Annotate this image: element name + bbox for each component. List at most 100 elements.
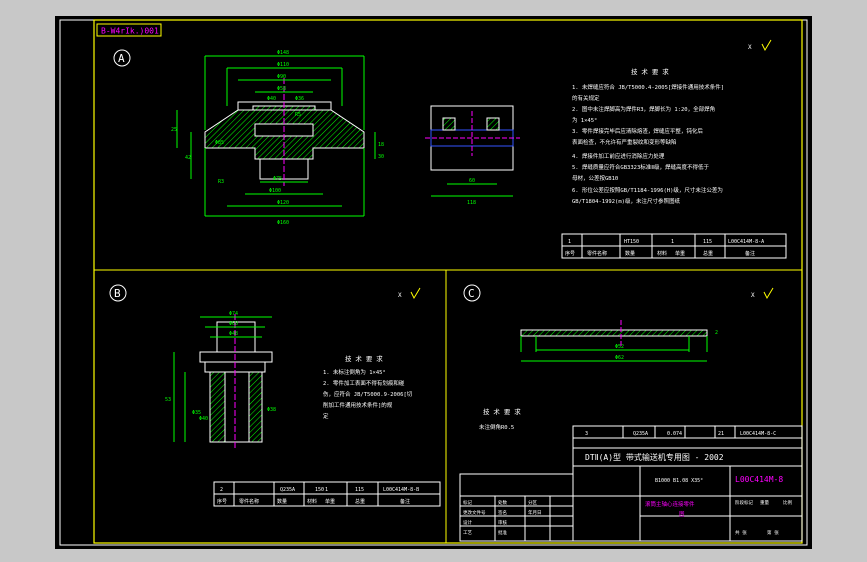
svg-text:阶段标记: 阶段标记 <box>735 499 753 506</box>
svg-text:X: X <box>748 44 752 51</box>
view-c-label: C <box>468 287 475 300</box>
view-a-section: Φ148 Φ110 Φ90 Φ58 Φ40 Φ36 Φ75 Φ100 Φ120 … <box>171 50 384 226</box>
svg-text:第 张: 第 张 <box>767 529 779 536</box>
svg-text:备注: 备注 <box>745 250 755 257</box>
svg-text:115: 115 <box>703 239 712 245</box>
svg-text:2: 2 <box>715 330 718 336</box>
svg-text:定: 定 <box>323 412 329 420</box>
svg-text:技 术 要 求: 技 术 要 求 <box>631 67 669 76</box>
svg-text:21: 21 <box>718 431 724 437</box>
svg-text:重量: 重量 <box>760 499 769 506</box>
svg-text:零件名称: 零件名称 <box>239 498 259 505</box>
svg-text:6. 形位公差应按照GB/T1184-1996(H)级，尺寸: 6. 形位公差应按照GB/T1184-1996(H)级，尺寸未注公差为 <box>572 186 723 194</box>
svg-text:序号: 序号 <box>217 498 227 505</box>
svg-text:1: 1 <box>671 239 674 245</box>
svg-text:技 术 要 求: 技 术 要 求 <box>345 354 383 363</box>
svg-text:共 张: 共 张 <box>735 529 747 536</box>
tech-requirements-a: 技 术 要 求 1. 未焊缝应符合 JB/T5000.4-2005[焊接件通用技… <box>572 67 724 205</box>
revision-table: 标记 处数 分区 更改文件号 签名 年月日 设计 审核 工艺 批准 阶段标记 重… <box>459 473 792 542</box>
svg-text:L00C414M-8-C: L00C414M-8-C <box>740 431 776 437</box>
svg-text:工艺: 工艺 <box>463 530 472 536</box>
svg-text:Φ40: Φ40 <box>199 416 208 422</box>
svg-text:标记: 标记 <box>463 499 472 506</box>
svg-text:1. 未焊缝应符合 JB/T5000.4-2005[焊接件通: 1. 未焊缝应符合 JB/T5000.4-2005[焊接件通用技术条件] <box>572 83 724 91</box>
svg-text:L00C414M-8-A: L00C414M-8-A <box>728 239 764 245</box>
tech-requirements-b: 技 术 要 求 1. 未标注倒角为 1×45° 2. 零件加工表面不得有划痕和碰… <box>323 354 413 420</box>
svg-text:分区: 分区 <box>528 499 537 506</box>
svg-text:单重: 单重 <box>675 250 685 257</box>
svg-text:X: X <box>398 292 402 299</box>
svg-text:零件名称: 零件名称 <box>587 250 607 257</box>
svg-text:为 1×45°: 为 1×45° <box>572 116 597 124</box>
svg-text:1: 1 <box>568 239 571 245</box>
svg-text:2. 零件加工表面不得有划痕和碰: 2. 零件加工表面不得有划痕和碰 <box>323 379 405 387</box>
tech-requirements-c: 技 术 要 求 未注倒角R0.5 <box>479 407 521 431</box>
svg-text:60: 60 <box>469 178 475 184</box>
svg-text:材料: 材料 <box>307 498 317 505</box>
view-b-label: B <box>114 287 121 300</box>
svg-text:数量: 数量 <box>625 250 635 257</box>
svg-text:削加工件通用技术条件]的规: 削加工件通用技术条件]的规 <box>323 401 393 409</box>
roughness-symbol-c: X <box>751 287 774 300</box>
title-block-project: DTⅡ(A)型 带式输送机专用图 - 2002 <box>585 452 724 462</box>
svg-text:HT150: HT150 <box>624 239 639 245</box>
svg-text:Q235A: Q235A <box>280 487 295 493</box>
svg-text:Φ74: Φ74 <box>229 311 238 317</box>
svg-text:总重: 总重 <box>703 250 713 257</box>
inner-frame <box>93 19 803 544</box>
svg-text:序号: 序号 <box>565 250 575 257</box>
svg-text:L00C414M-8-B: L00C414M-8-B <box>383 487 419 493</box>
svg-text:3: 3 <box>585 431 588 437</box>
svg-text:GB/T1804-1992(m)级，未注尺寸参照图纸: GB/T1804-1992(m)级，未注尺寸参照图纸 <box>572 197 680 205</box>
parts-table-a: 1 HT150 1 115 L00C414M-8-A 序号 零件名称 数量 材料… <box>561 233 787 259</box>
svg-text:数量: 数量 <box>277 498 287 505</box>
svg-text:伤，应符合 JB/T5000.9-2006[切: 伤，应符合 JB/T5000.9-2006[切 <box>323 390 413 398</box>
svg-text:Φ62: Φ62 <box>615 355 624 361</box>
svg-text:0.074: 0.074 <box>667 431 682 437</box>
svg-text:150: 150 <box>315 487 324 493</box>
code-box-text: B-W4rIk.)001 <box>101 27 159 36</box>
svg-text:Φ40: Φ40 <box>267 96 276 102</box>
svg-text:Φ160: Φ160 <box>277 220 289 226</box>
svg-text:年月日: 年月日 <box>528 509 542 516</box>
title-block-part-name2: 图 <box>679 510 685 518</box>
svg-text:Φ48: Φ48 <box>229 331 238 337</box>
svg-text:Φ58: Φ58 <box>277 86 286 92</box>
svg-text:Φ85: Φ85 <box>215 140 224 146</box>
svg-text:1. 未标注倒角为 1×45°: 1. 未标注倒角为 1×45° <box>323 368 386 376</box>
svg-text:更改文件号: 更改文件号 <box>463 509 486 516</box>
drawing-sheet: B-W4rIk.)001 A B C X X X Φ148 Φ110 Φ90 Φ… <box>59 19 808 546</box>
svg-text:4. 焊接件加工前应进行消除应力处理: 4. 焊接件加工前应进行消除应力处理 <box>572 152 665 160</box>
svg-text:53: 53 <box>165 397 171 403</box>
svg-text:2: 2 <box>220 487 223 493</box>
parts-table-b: 2 Q235A 150 1 115 L00C414M-8-B 序号 零件名称 数… <box>213 481 441 507</box>
svg-text:的有关规定: 的有关规定 <box>572 94 600 102</box>
svg-text:单重: 单重 <box>325 498 335 505</box>
svg-text:Φ100: Φ100 <box>269 188 281 194</box>
svg-text:18: 18 <box>378 142 384 148</box>
svg-text:5. 焊缝质量应符合GB3323标准Ⅱ级，焊缝高度不得低于: 5. 焊缝质量应符合GB3323标准Ⅱ级，焊缝高度不得低于 <box>572 163 710 171</box>
svg-text:X: X <box>751 292 755 299</box>
title-block-drawing-no: L00C414M-8 <box>735 475 783 484</box>
svg-text:Φ148: Φ148 <box>277 50 289 56</box>
svg-text:Φ110: Φ110 <box>277 62 289 68</box>
title-block-scale: B1000 B1.08 X35° <box>655 478 703 484</box>
svg-text:30: 30 <box>378 154 384 160</box>
svg-text:Φ36: Φ36 <box>295 96 304 102</box>
svg-text:总重: 总重 <box>355 498 365 505</box>
svg-text:Φ120: Φ120 <box>277 200 289 206</box>
svg-text:比例: 比例 <box>783 499 792 506</box>
svg-text:25: 25 <box>171 127 177 133</box>
svg-text:技 术 要 求: 技 术 要 求 <box>483 407 521 416</box>
svg-text:Φ75: Φ75 <box>273 176 282 182</box>
svg-text:Φ60: Φ60 <box>229 321 238 327</box>
svg-text:母材，公差按GB10: 母材，公差按GB10 <box>572 174 618 182</box>
svg-text:115: 115 <box>355 487 364 493</box>
svg-text:处数: 处数 <box>498 499 507 506</box>
svg-text:42: 42 <box>185 155 191 161</box>
view-b-drawing: Φ74 Φ60 Φ48 Φ35 Φ40 Φ38 53 <box>165 311 276 448</box>
svg-text:1: 1 <box>325 487 328 493</box>
roughness-symbol-b: X <box>398 287 421 300</box>
svg-text:R5: R5 <box>295 112 301 118</box>
cad-drawing-canvas: B-W4rIk.)001 A B C X X X Φ148 Φ110 Φ90 Φ… <box>55 16 812 549</box>
